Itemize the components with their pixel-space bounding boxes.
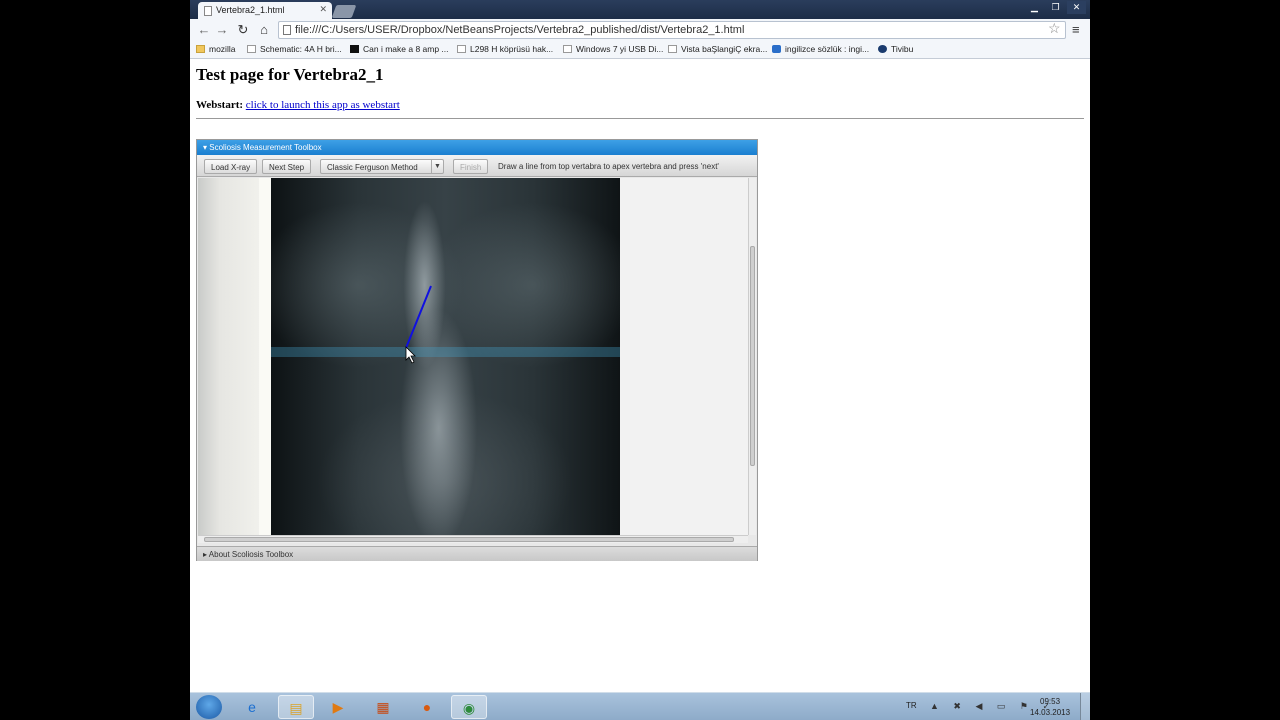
chrome-icon[interactable]: ◉: [451, 695, 487, 719]
load-xray-button[interactable]: Load X-ray: [204, 159, 258, 174]
desktop-screen: Vertebra2_1.html ✕ ▁ ❐ ✕ ← → ↻ ⌂ file://…: [190, 0, 1090, 720]
page-icon: [247, 45, 256, 53]
language-indicator[interactable]: TR: [906, 701, 917, 710]
chevron-down-icon: ▼: [431, 160, 443, 173]
vertical-scrollbar[interactable]: [748, 178, 756, 535]
forward-arrow-icon[interactable]: →: [214, 22, 230, 38]
vertical-scroll-thumb[interactable]: [750, 246, 755, 466]
bookmark-item[interactable]: Tivibu: [878, 44, 913, 54]
window-close-icon[interactable]: ✕: [1067, 1, 1086, 14]
browser-toolbar: ← → ↻ ⌂ file:///C:/Users/USER/Dropbox/Ne…: [190, 19, 1090, 41]
bookmark-item[interactable]: Windows 7 yi USB Di...: [563, 44, 663, 54]
minimize-icon[interactable]: ▁: [1025, 1, 1044, 14]
taskbar: e ▤ ▶ ▦ ● ◉ TR ▲ ✖ ◀ ▭ ⚑ ✓ 09:53 14.03.2…: [190, 692, 1090, 720]
bookmark-item[interactable]: ingilizce sözlük : ingi...: [772, 44, 869, 54]
tab-vertebra[interactable]: Vertebra2_1.html ✕: [198, 2, 332, 19]
collapse-arrow-icon: ▾: [203, 143, 208, 152]
media-player-icon[interactable]: ▶: [320, 695, 356, 719]
annotation-layer: [405, 285, 432, 364]
back-arrow-icon[interactable]: ←: [196, 22, 212, 38]
page-icon: [457, 45, 466, 53]
webstart-line: Webstart: click to launch this app as we…: [196, 99, 400, 111]
finish-button[interactable]: Finish: [453, 159, 489, 174]
clock-date: 14.03.2013: [1030, 708, 1071, 717]
instruction-text: Draw a line from top vertabra to apex ve…: [498, 162, 719, 171]
browser-titlebar: Vertebra2_1.html ✕ ▁ ❐ ✕: [190, 0, 1090, 19]
method-select-value: Classic Ferguson Method: [327, 163, 418, 172]
firefox-icon[interactable]: ●: [409, 695, 445, 719]
new-tab-button[interactable]: [331, 5, 357, 18]
applet-toolbar: Load X-ray Next Step Classic Ferguson Me…: [197, 155, 757, 177]
site-icon: [350, 45, 359, 53]
folder-icon: [196, 45, 205, 53]
page-icon: [563, 45, 572, 53]
address-text: file:///C:/Users/USER/Dropbox/NetBeansPr…: [295, 24, 745, 36]
divider: [196, 118, 1084, 119]
horizontal-scrollbar[interactable]: [198, 535, 748, 543]
page-icon: [668, 45, 677, 53]
bookmarks-bar: mozilla Schematic: 4A H bri... Can i mak…: [190, 41, 1090, 59]
about-section[interactable]: ▸ About Scoliosis Toolbox: [197, 546, 757, 561]
address-bar[interactable]: file:///C:/Users/USER/Dropbox/NetBeansPr…: [278, 21, 1066, 39]
webstart-link[interactable]: click to launch this app as webstart: [246, 99, 400, 111]
close-icon[interactable]: ✕: [319, 4, 327, 15]
about-label: About Scoliosis Toolbox: [208, 550, 294, 559]
page-title: Test page for Vertebra2_1: [196, 65, 384, 84]
bookmark-star-icon[interactable]: ☆: [1048, 20, 1061, 37]
explorer-icon[interactable]: ▤: [278, 695, 314, 719]
webstart-label: Webstart:: [196, 99, 244, 111]
method-select[interactable]: Classic Ferguson Method ▼: [320, 159, 444, 174]
clock[interactable]: 09:53 14.03.2013: [1030, 696, 1070, 718]
bookmark-item[interactable]: Can i make a 8 amp ...: [350, 44, 449, 54]
applet-title: Scoliosis Measurement Toolbox: [209, 143, 322, 152]
scoliosis-applet: ▾ Scoliosis Measurement Toolbox Load X-r…: [196, 139, 758, 561]
clock-time: 09:53: [1040, 697, 1061, 706]
window-controls: ▁ ❐ ✕: [1025, 1, 1086, 14]
expand-arrow-icon: ▸: [203, 550, 208, 559]
office-icon[interactable]: ▦: [365, 695, 401, 719]
applet-header[interactable]: ▾ Scoliosis Measurement Toolbox: [197, 140, 757, 155]
bookmark-item[interactable]: L298 H köprüsü hak...: [457, 44, 553, 54]
next-step-button[interactable]: Next Step: [262, 159, 312, 174]
file-icon: [283, 25, 291, 35]
bookmark-item[interactable]: Schematic: 4A H bri...: [247, 44, 342, 54]
home-icon[interactable]: ⌂: [256, 22, 272, 38]
reload-icon[interactable]: ↻: [235, 22, 251, 38]
maximize-icon[interactable]: ❐: [1046, 1, 1065, 14]
start-button[interactable]: [196, 695, 222, 719]
mouse-cursor-icon: [405, 346, 416, 364]
bookmark-item[interactable]: Vista baŞlangiÇ ekra...: [668, 44, 767, 54]
page-icon: [204, 6, 212, 16]
bookmark-item[interactable]: mozilla: [196, 44, 235, 54]
page-content: Test page for Vertebra2_1 Webstart: clic…: [190, 60, 1090, 692]
menu-icon[interactable]: ≡: [1072, 22, 1080, 37]
ie-icon[interactable]: e: [234, 695, 270, 719]
tivibu-icon: [878, 45, 887, 53]
tab-title: Vertebra2_1.html: [216, 5, 285, 15]
xray-viewport[interactable]: [198, 178, 748, 535]
horizontal-scroll-thumb[interactable]: [204, 537, 734, 542]
show-desktop-button[interactable]: [1080, 693, 1090, 720]
measurement-line: [405, 285, 432, 349]
s-icon: [772, 45, 781, 53]
